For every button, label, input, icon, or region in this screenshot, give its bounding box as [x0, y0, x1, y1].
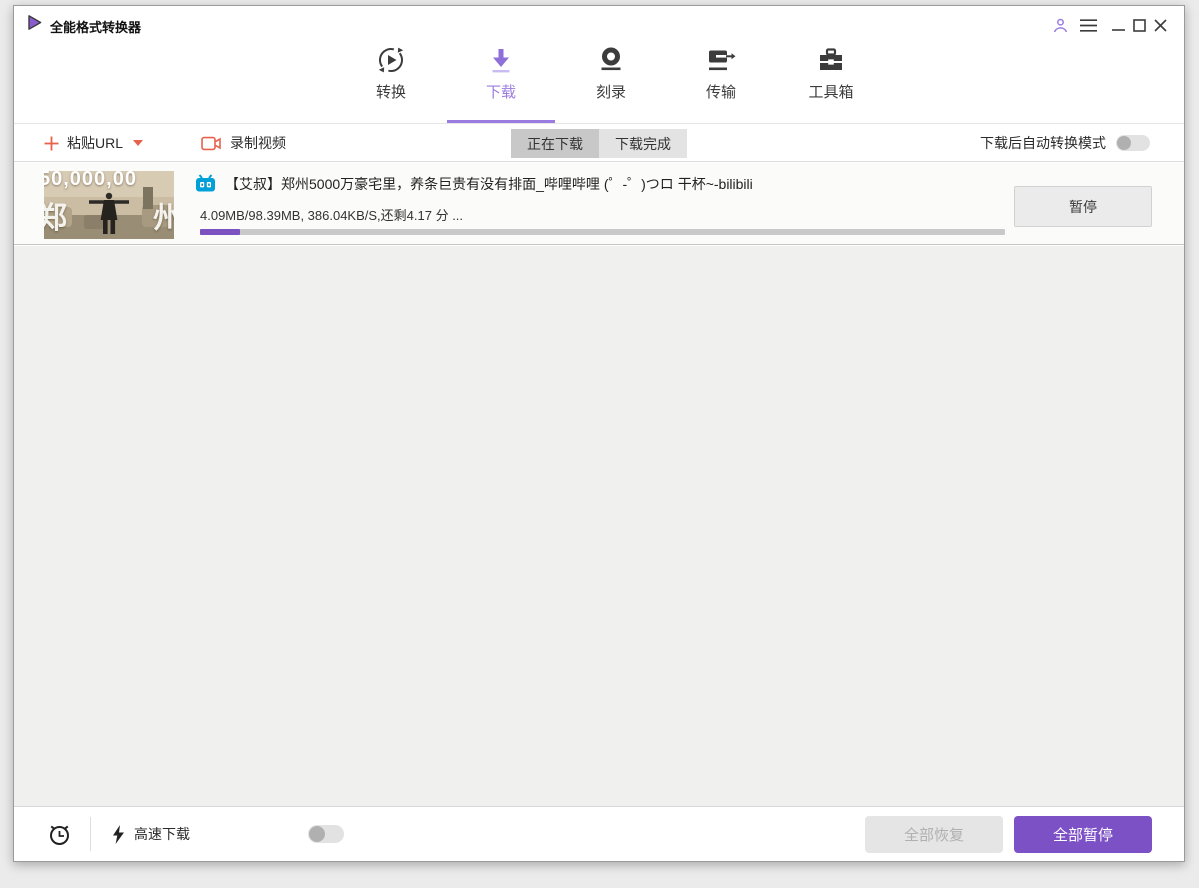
tab-toolbox[interactable]: 工具箱 — [776, 44, 886, 102]
paste-url-button[interactable]: 粘贴URL — [44, 133, 144, 153]
thumbnail-overlay-right-char: 州 — [153, 202, 174, 235]
toggle-knob — [309, 826, 325, 842]
tab-convert-label: 转换 — [375, 84, 406, 101]
active-tab-underline — [447, 120, 555, 123]
high-speed-toggle[interactable] — [308, 825, 344, 843]
toolbar-right: 下载后自动转换模式 — [980, 133, 1150, 153]
tab-convert[interactable]: 转换 — [336, 44, 446, 102]
toolbar-left: 粘贴URL 录制视频 — [44, 133, 286, 153]
resume-all-button[interactable]: 全部恢复 — [865, 815, 1003, 853]
tab-transfer-label: 传输 — [705, 84, 736, 101]
bilibili-icon — [196, 174, 215, 192]
download-stats: 4.09MB/98.39MB, 386.04KB/S,还剩4.17 分 ... — [200, 208, 464, 223]
main-nav: 转换 下载 刻录 传输 工具箱 — [336, 44, 886, 102]
auto-convert-label: 下载后自动转换模式 — [980, 135, 1106, 151]
tab-toolbox-label: 工具箱 — [808, 84, 854, 101]
app-window: 全能格式转换器 转换 下载 刻录 传输 工具箱 粘贴URL 录制视频 正在下载 … — [13, 5, 1185, 862]
app-title: 全能格式转换器 — [50, 20, 142, 35]
header: 全能格式转换器 转换 下载 刻录 传输 工具箱 — [14, 6, 1184, 124]
tab-download[interactable]: 下载 — [446, 44, 556, 102]
auto-convert-toggle[interactable] — [1116, 135, 1150, 151]
download-icon — [487, 44, 515, 74]
download-toolbar: 粘贴URL 录制视频 正在下载 下载完成 下载后自动转换模式 — [14, 125, 1184, 162]
tab-transfer[interactable]: 传输 — [666, 44, 776, 102]
minimize-button[interactable] — [1108, 15, 1128, 35]
plus-icon — [44, 136, 59, 150]
filter-tab-completed[interactable]: 下载完成 — [599, 129, 687, 158]
high-speed-download: 高速下载 — [112, 824, 344, 844]
toolbox-icon — [817, 44, 845, 74]
maximize-button[interactable] — [1129, 15, 1149, 35]
chevron-down-icon[interactable] — [133, 140, 144, 146]
record-video-button[interactable]: 录制视频 — [201, 133, 286, 153]
tab-burn[interactable]: 刻录 — [556, 44, 666, 102]
download-item-row: 50,000,00 郑 州 【艾叔】郑州5000万豪宅里，养条巨贵有没有排面_哔… — [14, 163, 1184, 245]
tab-burn-label: 刻录 — [595, 84, 626, 101]
titlebar: 全能格式转换器 — [14, 6, 1184, 40]
footer-divider — [90, 817, 91, 851]
titlebar-controls — [1050, 15, 1170, 35]
tab-download-label: 下载 — [485, 84, 516, 101]
close-button[interactable] — [1150, 15, 1170, 35]
progress-fill — [200, 229, 241, 235]
thumbnail-overlay-left-char: 郑 — [44, 202, 67, 235]
footer: 高速下载 全部恢复 全部暂停 — [14, 806, 1184, 861]
video-thumbnail: 50,000,00 郑 州 — [44, 171, 174, 239]
pause-all-button[interactable]: 全部暂停 — [1014, 815, 1152, 853]
burn-icon — [597, 44, 625, 74]
video-title: 【艾叔】郑州5000万豪宅里，养条巨贵有没有排面_哔哩哔哩 (゜-゜)つロ 干杯… — [225, 176, 753, 192]
record-video-label: 录制视频 — [230, 135, 287, 151]
high-speed-label: 高速下载 — [134, 826, 190, 842]
convert-icon — [377, 44, 405, 74]
video-title-row: 【艾叔】郑州5000万豪宅里，养条巨贵有没有排面_哔哩哔哩 (゜-゜)つロ 干杯… — [195, 174, 753, 194]
download-filter-tabs: 正在下载 下载完成 — [511, 129, 687, 158]
download-list-empty-area — [14, 246, 1184, 806]
user-account-icon[interactable] — [1050, 15, 1070, 35]
toggle-knob — [1117, 136, 1131, 150]
lightning-icon — [113, 824, 124, 844]
transfer-icon — [706, 44, 736, 74]
thumbnail-overlay-number: 50,000,00 — [44, 171, 137, 190]
filter-tab-downloading[interactable]: 正在下载 — [511, 129, 599, 158]
paste-url-label: 粘贴URL — [67, 135, 124, 151]
progress-bar — [200, 229, 1005, 235]
schedule-clock-icon[interactable] — [47, 822, 72, 847]
app-logo-icon — [26, 14, 43, 31]
pause-button[interactable]: 暂停 — [1014, 186, 1152, 227]
footer-buttons: 全部恢复 全部暂停 — [865, 815, 1152, 853]
camera-icon — [201, 136, 221, 150]
menu-icon[interactable] — [1078, 15, 1098, 35]
